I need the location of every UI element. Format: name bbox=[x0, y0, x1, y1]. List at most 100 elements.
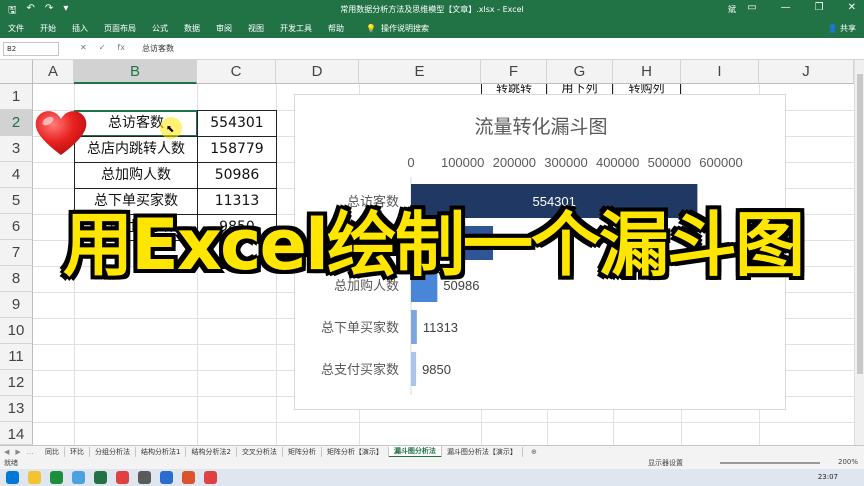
data-label: 9850 bbox=[422, 362, 451, 377]
minimize-icon[interactable]: — bbox=[781, 2, 791, 13]
app-icon[interactable] bbox=[116, 471, 129, 484]
more-sheets[interactable]: ... bbox=[27, 448, 34, 456]
tab-review[interactable]: 审阅 bbox=[216, 23, 232, 34]
user-name[interactable]: 斌 bbox=[728, 4, 736, 15]
ribbon-display-icon[interactable]: ▭ bbox=[747, 2, 756, 13]
close-icon[interactable]: ✕ bbox=[848, 2, 856, 13]
insert-function-icon[interactable]: fx bbox=[117, 43, 125, 52]
scrollbar-thumb[interactable] bbox=[857, 74, 863, 374]
row-header-4[interactable]: 4 bbox=[0, 162, 33, 188]
formula-input[interactable]: 总访客数 bbox=[142, 43, 174, 54]
window-controls: ▭ — ❐ ✕ bbox=[747, 2, 856, 13]
tab-data[interactable]: 数据 bbox=[184, 23, 200, 34]
row-header-6[interactable]: 6 bbox=[0, 214, 33, 240]
add-sheet-icon[interactable]: ⊕ bbox=[531, 448, 537, 456]
x-tick-label: 500000 bbox=[648, 155, 691, 170]
cell-c2[interactable]: 554301 bbox=[197, 110, 277, 137]
select-all-corner[interactable] bbox=[0, 60, 33, 84]
cell-c4[interactable]: 50986 bbox=[197, 162, 277, 189]
column-header-a[interactable]: A bbox=[33, 60, 74, 84]
formula-controls: ✕ ✓ fx bbox=[80, 43, 125, 52]
category-label: 总支付买家数 bbox=[321, 362, 399, 378]
vertical-scrollbar[interactable] bbox=[854, 60, 864, 445]
cell-b3[interactable]: 总店内跳转人数 bbox=[74, 136, 198, 163]
title-bar: 🖫 ↶ ↷ ▾ 常用数据分析方法及思维模型【文章】.xlsx - Excel 斌… bbox=[0, 0, 864, 19]
zoom-level[interactable]: 200% bbox=[838, 458, 858, 466]
row-header-10[interactable]: 10 bbox=[0, 318, 33, 344]
row-header-13[interactable]: 13 bbox=[0, 396, 33, 422]
column-header-g[interactable]: G bbox=[547, 60, 613, 84]
x-tick-label: 600000 bbox=[699, 155, 742, 170]
status-ready: 就绪 bbox=[4, 459, 18, 467]
sheet-tab[interactable]: 矩阵分析 bbox=[283, 446, 322, 457]
browser-icon[interactable] bbox=[72, 471, 85, 484]
display-settings[interactable]: 显示器设置 bbox=[648, 458, 683, 468]
tell-me-search[interactable]: 💡 操作说明搜索 bbox=[366, 23, 429, 34]
sheet-tab[interactable]: 同比 bbox=[40, 446, 65, 457]
app-icon[interactable] bbox=[160, 471, 173, 484]
row-header-1[interactable]: 1 bbox=[0, 84, 33, 110]
cell-c3[interactable]: 158779 bbox=[197, 136, 277, 163]
sheet-tab[interactable]: 结构分析法2 bbox=[186, 446, 237, 457]
app-icon[interactable] bbox=[204, 471, 217, 484]
column-header-h[interactable]: H bbox=[613, 60, 681, 84]
x-axis-ticks: 0 100000 200000 300000 400000 500000 600000 bbox=[407, 155, 742, 170]
app-icon[interactable] bbox=[50, 471, 63, 484]
row-header-9[interactable]: 9 bbox=[0, 292, 33, 318]
zoom-slider[interactable] bbox=[720, 462, 820, 464]
funnel-bar[interactable] bbox=[411, 352, 417, 386]
row-header-5[interactable]: 5 bbox=[0, 188, 33, 214]
sheet-tab-active[interactable]: 漏斗图分析法 bbox=[388, 445, 442, 458]
name-box[interactable]: B2 bbox=[3, 42, 59, 56]
file-explorer-icon[interactable] bbox=[28, 471, 41, 484]
cell-b4[interactable]: 总加购人数 bbox=[74, 162, 198, 189]
row-header-14[interactable]: 14 bbox=[0, 422, 33, 445]
app-icon[interactable] bbox=[138, 471, 151, 484]
sheet-tab[interactable]: 漏斗图分析法【演示】 bbox=[442, 446, 523, 457]
row-header-3[interactable]: 3 bbox=[0, 136, 33, 162]
column-header-f[interactable]: F bbox=[481, 60, 547, 84]
app-icon[interactable] bbox=[182, 471, 195, 484]
tab-view[interactable]: 视图 bbox=[248, 23, 264, 34]
sheet-tab[interactable]: 交叉分析法 bbox=[237, 446, 283, 457]
chart-title: 流量转化漏斗图 bbox=[474, 116, 607, 138]
column-header-d[interactable]: D bbox=[276, 60, 359, 84]
row-header-8[interactable]: 8 bbox=[0, 266, 33, 292]
column-header-i[interactable]: I bbox=[681, 60, 759, 84]
row-header-2[interactable]: 2 bbox=[0, 110, 33, 136]
tab-developer[interactable]: 开发工具 bbox=[280, 23, 312, 34]
cancel-icon[interactable]: ✕ bbox=[80, 43, 87, 52]
enter-icon[interactable]: ✓ bbox=[99, 43, 106, 52]
tab-file[interactable]: 文件 bbox=[8, 23, 24, 34]
restore-icon[interactable]: ❐ bbox=[815, 2, 824, 13]
row-header-7[interactable]: 7 bbox=[0, 240, 33, 266]
ribbon-tabs: 文件 开始 插入 页面布局 公式 数据 审阅 视图 开发工具 帮助 💡 操作说明… bbox=[0, 19, 864, 38]
tab-home[interactable]: 开始 bbox=[40, 23, 56, 34]
row-header-12[interactable]: 12 bbox=[0, 370, 33, 396]
sheet-tab[interactable]: 分组分析法 bbox=[90, 446, 136, 457]
sheet-nav: ◀ ▶ ... bbox=[0, 448, 40, 456]
column-header-j[interactable]: J bbox=[759, 60, 854, 84]
x-tick-label: 400000 bbox=[596, 155, 639, 170]
row-header-11[interactable]: 11 bbox=[0, 344, 33, 370]
tab-help[interactable]: 帮助 bbox=[328, 23, 344, 34]
heart-icon bbox=[35, 111, 87, 155]
excel-icon[interactable] bbox=[94, 471, 107, 484]
tell-me-label: 操作说明搜索 bbox=[380, 24, 429, 33]
tab-page-layout[interactable]: 页面布局 bbox=[104, 23, 136, 34]
funnel-bar[interactable] bbox=[411, 310, 417, 344]
column-header-e[interactable]: E bbox=[359, 60, 481, 84]
column-header-c[interactable]: C bbox=[197, 60, 276, 84]
sheet-tab-bar: ◀ ▶ ... 同比 环比 分组分析法 结构分析法1 结构分析法2 交叉分析法 … bbox=[0, 445, 864, 458]
next-sheet-icon[interactable]: ▶ bbox=[15, 448, 20, 456]
sheet-tab[interactable]: 矩阵分析【演示】 bbox=[322, 446, 389, 457]
sheet-tab[interactable]: 环比 bbox=[65, 446, 90, 457]
start-icon[interactable] bbox=[6, 471, 19, 484]
share-button[interactable]: 👤 共享 bbox=[827, 23, 856, 34]
prev-sheet-icon[interactable]: ◀ bbox=[4, 448, 9, 456]
tab-formulas[interactable]: 公式 bbox=[152, 23, 168, 34]
sheet-tab[interactable]: 结构分析法1 bbox=[136, 446, 187, 457]
x-tick-label: 0 bbox=[407, 155, 414, 170]
column-header-b[interactable]: B bbox=[74, 60, 197, 84]
tab-insert[interactable]: 插入 bbox=[72, 23, 88, 34]
